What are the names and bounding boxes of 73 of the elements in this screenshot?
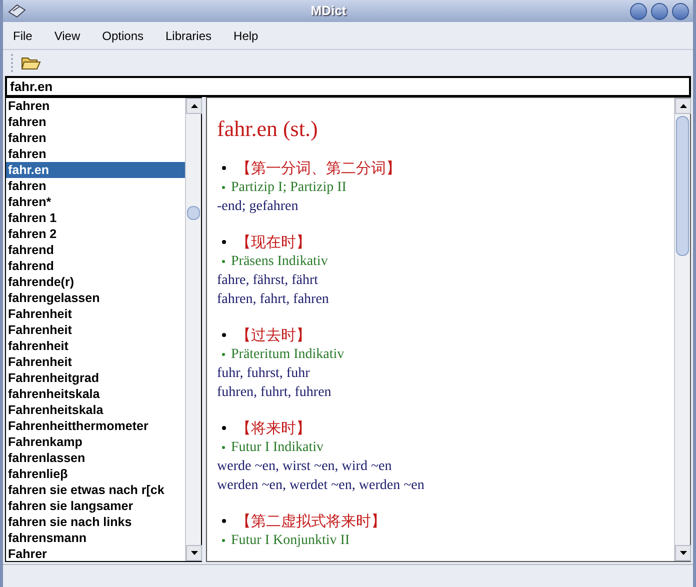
menu-item[interactable]: View <box>54 26 80 44</box>
section-heading: 【第一分词、第二分词】 <box>236 158 401 179</box>
conjugation-line: fahre, fährst, fährt <box>217 272 320 290</box>
word-list-item[interactable]: fahr.en <box>6 162 185 178</box>
word-list-item[interactable]: fahrenlassen <box>6 450 185 466</box>
maximize-button[interactable] <box>651 2 668 20</box>
bullet-icon <box>222 426 226 430</box>
bullet-icon <box>222 260 225 263</box>
bullet-icon <box>222 166 226 170</box>
section-heading: 【第二虚拟式将来时】 <box>236 510 386 532</box>
word-list-item[interactable]: fahrend <box>6 242 185 258</box>
word-list-item[interactable]: fahrensmann <box>6 530 185 546</box>
menu-item[interactable]: Libraries <box>166 26 212 44</box>
section-subheading: Futur I Indikativ <box>231 439 324 457</box>
window-title: MDict <box>310 2 348 20</box>
headword: fahr.en (st.) <box>217 116 319 142</box>
bullet-icon <box>222 446 225 449</box>
word-list-item[interactable]: fahrende(r) <box>6 274 185 290</box>
scrollbar[interactable] <box>674 98 690 561</box>
word-list-item[interactable]: fahren <box>6 130 185 146</box>
conjugation-line: werden ~en, werdet ~en, werden ~en <box>217 477 426 495</box>
word-list-item[interactable]: Fahrenheit <box>6 322 185 338</box>
word-list-item[interactable]: fahren 2 <box>6 226 185 242</box>
bullet-icon <box>222 186 225 189</box>
word-list-item[interactable]: fahren* <box>6 194 185 210</box>
word-list-item[interactable]: fahren <box>6 146 185 162</box>
word-list-item[interactable]: Fahrenheit <box>6 306 185 322</box>
bullet-icon <box>222 353 225 356</box>
app-icon <box>7 2 27 20</box>
folder-icon[interactable] <box>21 55 41 71</box>
conjugation-line: -end; gefahren <box>217 198 300 216</box>
conjugation-line: werde ~en, wirst ~en, wird ~en <box>217 458 393 476</box>
section-subheading: Präteritum Indikativ <box>231 346 344 364</box>
minimize-button[interactable] <box>630 2 647 20</box>
conjugation-line: fahren, fahrt, fahren <box>217 291 330 309</box>
bullet-icon <box>222 333 226 337</box>
word-list-item[interactable]: Fahrenheitthermometer <box>6 418 185 434</box>
word-list-item[interactable]: fahren <box>6 178 185 194</box>
scrollbar[interactable] <box>185 98 201 561</box>
bullet-icon <box>222 240 226 244</box>
scroll-thumb[interactable] <box>187 206 200 220</box>
search-field[interactable]: fahr.en <box>5 76 691 97</box>
word-list-item[interactable]: Fahren <box>6 98 185 114</box>
bullet-icon <box>222 539 225 542</box>
word-list-item[interactable]: fahrend <box>6 258 185 274</box>
close-button[interactable] <box>672 2 689 20</box>
word-list-item[interactable]: fahrenheit <box>6 338 185 354</box>
word-list-item[interactable]: fahren 1 <box>6 210 185 226</box>
word-list-item[interactable]: fahren sie etwas nach r[ck <box>6 482 185 498</box>
word-list-item[interactable]: Fahrer <box>6 546 185 561</box>
menu-item[interactable]: File <box>13 26 32 44</box>
section-heading: 【将来时】 <box>236 418 311 439</box>
scroll-thumb[interactable] <box>676 116 689 256</box>
word-list-item[interactable]: fahrenlieβ <box>6 466 185 482</box>
conjugation-line: fuhr, fuhrst, fuhr <box>217 365 311 383</box>
section-subheading: Partizip I; Partizip II <box>231 179 346 197</box>
conjugation-line: fuhren, fuhrt, fuhren <box>217 384 332 402</box>
section-subheading: Präsens Indikativ <box>231 253 328 271</box>
word-list-item[interactable]: Fahrenheitgrad <box>6 370 185 386</box>
section-heading: 【现在时】 <box>236 232 311 253</box>
menu-item[interactable]: Help <box>234 26 258 44</box>
bullet-icon <box>222 519 226 523</box>
word-list-item[interactable]: fahren <box>6 114 185 130</box>
word-list-item[interactable]: Fahrenheitskala <box>6 402 185 418</box>
section-subheading: Futur I Konjunktiv II <box>231 532 350 550</box>
word-list-item[interactable]: fahrengelassen <box>6 290 185 306</box>
word-list-item[interactable]: Fahrenkamp <box>6 434 185 450</box>
section-heading: 【过去时】 <box>236 324 311 346</box>
word-list-item[interactable]: fahrenheitskala <box>6 386 185 402</box>
word-list-item[interactable]: Fahrenheit <box>6 354 185 370</box>
menu-item[interactable]: Options <box>102 26 144 44</box>
word-list-item[interactable]: fahren sie langsamer <box>6 498 185 514</box>
word-list-item[interactable]: fahren sie nach links <box>6 514 185 530</box>
